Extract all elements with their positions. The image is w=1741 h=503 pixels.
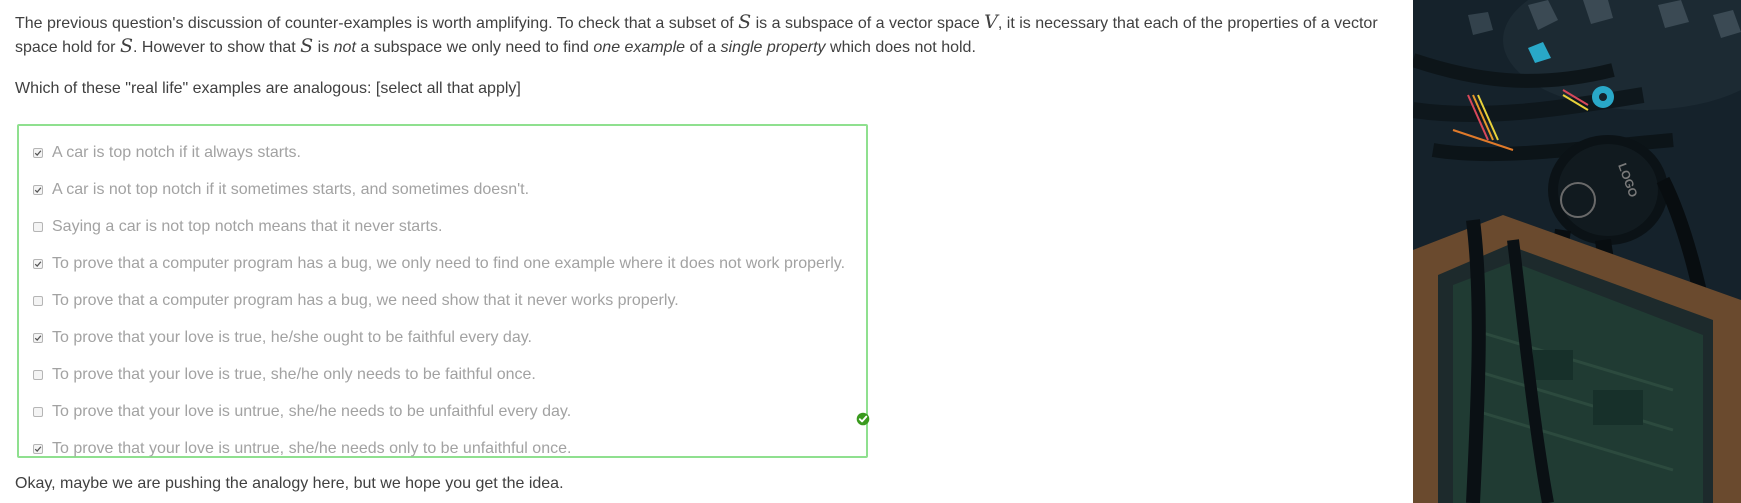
question-prompt: Which of these "real life" examples are … xyxy=(15,80,521,97)
choice-group: A car is top notch if it always starts. … xyxy=(17,124,870,460)
text-fragment: , it is necessary that each of the prope… xyxy=(997,15,1378,32)
text-fragment: a subspace we only need to find xyxy=(355,39,594,56)
choice-label: To prove that your love is untrue, she/h… xyxy=(52,403,572,420)
choice-option[interactable]: To prove that your love is untrue, she/h… xyxy=(33,401,571,423)
checkmark-icon xyxy=(34,187,42,194)
choice-option[interactable]: Saying a car is not top notch means that… xyxy=(33,216,442,238)
checkbox[interactable] xyxy=(33,296,43,306)
choice-label: To prove that a computer program has a b… xyxy=(52,255,846,272)
emphasis-not: not xyxy=(333,39,356,56)
checkbox[interactable] xyxy=(33,333,43,343)
choice-label: To prove that your love is untrue, she/h… xyxy=(52,440,572,457)
math-variable-s: S xyxy=(738,11,752,33)
checkbox[interactable] xyxy=(33,185,43,195)
checkbox[interactable] xyxy=(33,370,43,380)
pc-hardware-photo: LOGO xyxy=(1413,0,1741,503)
choice-option[interactable]: To prove that your love is untrue, she/h… xyxy=(33,438,571,460)
choice-option[interactable]: To prove that a computer program has a b… xyxy=(33,253,845,275)
math-variable-s: S xyxy=(300,35,314,57)
checkbox[interactable] xyxy=(33,222,43,232)
choice-label: To prove that your love is true, she/he … xyxy=(52,366,536,383)
text-fragment: of a xyxy=(685,39,721,56)
choice-option[interactable]: To prove that your love is true, he/she … xyxy=(33,327,532,349)
math-variable-v: V xyxy=(984,11,998,33)
text-fragment: is xyxy=(313,39,334,56)
choice-label: A car is top notch if it always starts. xyxy=(52,144,301,161)
question-paragraph: The previous question's discussion of co… xyxy=(15,11,1378,59)
check-circle-icon xyxy=(856,412,870,426)
question-content: The previous question's discussion of co… xyxy=(15,0,1415,503)
math-variable-s: S xyxy=(119,35,133,57)
choice-label: To prove that your love is true, he/she … xyxy=(52,329,532,346)
choice-label: A car is not top notch if it sometimes s… xyxy=(52,181,530,198)
text-fragment: which does not hold. xyxy=(825,39,976,56)
emphasis-one-example: one example xyxy=(593,39,686,56)
checkmark-icon xyxy=(34,335,42,342)
choice-label: To prove that a computer program has a b… xyxy=(52,292,679,309)
closing-remark: Okay, maybe we are pushing the analogy h… xyxy=(15,475,564,492)
checkbox[interactable] xyxy=(33,407,43,417)
checkmark-icon xyxy=(34,261,42,268)
text-fragment: space hold for xyxy=(15,39,120,56)
checkbox[interactable] xyxy=(33,148,43,158)
checkmark-icon xyxy=(34,150,42,157)
text-fragment: The previous question's discussion of co… xyxy=(15,15,739,32)
choice-option[interactable]: To prove that a computer program has a b… xyxy=(33,290,679,312)
choice-option[interactable]: A car is not top notch if it sometimes s… xyxy=(33,179,529,201)
text-fragment: is a subspace of a vector space xyxy=(751,15,985,32)
emphasis-single-property: single property xyxy=(720,39,826,56)
text-fragment: . However to show that xyxy=(132,39,301,56)
checkbox[interactable] xyxy=(33,444,43,454)
choice-option[interactable]: To prove that your love is true, she/he … xyxy=(33,364,536,386)
photo-illustration: LOGO xyxy=(1413,0,1741,503)
checkmark-icon xyxy=(34,446,42,453)
choice-option[interactable]: A car is top notch if it always starts. xyxy=(33,142,301,164)
checkbox[interactable] xyxy=(33,259,43,269)
choice-label: Saying a car is not top notch means that… xyxy=(52,218,443,235)
